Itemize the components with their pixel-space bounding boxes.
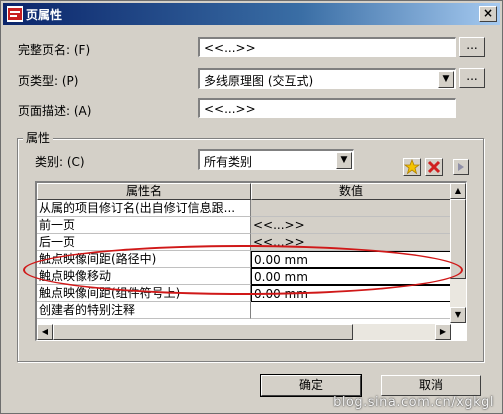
cancel-button[interactable]: 取消 <box>381 375 481 396</box>
close-button[interactable]: × <box>479 6 497 22</box>
column-header-property-name[interactable]: 属性名 <box>37 183 251 200</box>
full-page-name-input[interactable]: <<...>> <box>198 37 456 57</box>
table-row[interactable]: 后一页 <<...>> <box>37 234 451 251</box>
app-icon <box>7 6 23 22</box>
page-description-input[interactable]: <<...>> <box>198 98 456 118</box>
more-property-button[interactable] <box>453 159 469 175</box>
property-value-input[interactable]: 0.00 mm <box>251 285 451 302</box>
scroll-left-icon[interactable]: ◀ <box>37 324 53 340</box>
table-row[interactable]: 创建者的特别注释 <box>37 302 451 319</box>
arrow-right-icon <box>458 163 464 171</box>
delete-icon <box>427 160 441 174</box>
property-name-cell: 触点映像间距(组件符号上) <box>37 285 251 302</box>
category-value: 所有类别 <box>204 155 253 169</box>
vertical-scroll-thumb[interactable] <box>450 199 466 279</box>
title-bar[interactable]: 页属性 × <box>3 3 500 25</box>
property-name-cell: 后一页 <box>37 234 251 251</box>
page-properties-dialog: 页属性 × 完整页名: (F) <<...>> ... 页类型: (P) 多线原… <box>0 0 503 414</box>
table-row[interactable]: 触点映像移动 0.00 mm <box>37 268 451 285</box>
window-title: 页属性 <box>26 8 63 22</box>
grid-rows: 从属的项目修订名(出自修订信息跟... 前一页 <<...>> 后一页 <<..… <box>37 200 451 319</box>
properties-grid[interactable]: 属性名 数值 从属的项目修订名(出自修订信息跟... 前一页 <<...>> 后… <box>35 181 467 341</box>
new-property-button[interactable] <box>403 158 421 176</box>
watermark-text: blog.sina.com.cn/xgkgl <box>333 395 494 410</box>
horizontal-scrollbar[interactable]: ◀ ▶ <box>37 324 451 340</box>
table-row[interactable]: 触点映像间距(组件符号上) 0.00 mm <box>37 285 451 302</box>
property-name-cell: 创建者的特别注释 <box>37 302 251 319</box>
property-value-cell[interactable] <box>251 200 451 217</box>
property-value-cell[interactable]: <<...>> <box>251 234 451 251</box>
property-name-cell: 前一页 <box>37 217 251 234</box>
scroll-up-icon[interactable]: ▲ <box>450 183 466 199</box>
chevron-down-icon[interactable]: ▼ <box>336 152 352 169</box>
full-page-name-label: 完整页名: (F) <box>18 43 91 57</box>
column-header-value[interactable]: 数值 <box>251 183 451 200</box>
page-description-label: 页面描述: (A) <box>18 104 92 118</box>
property-name-cell: 触点映像间距(路径中) <box>37 251 251 268</box>
grid-header: 属性名 数值 <box>37 183 451 200</box>
page-type-select[interactable]: 多线原理图 (交互式) ▼ <box>198 68 456 89</box>
property-value-input[interactable]: 0.00 mm <box>251 268 451 285</box>
scroll-right-icon[interactable]: ▶ <box>435 324 451 340</box>
page-type-value: 多线原理图 (交互式) <box>204 74 314 88</box>
horizontal-scroll-thumb[interactable] <box>53 324 353 340</box>
ok-button[interactable]: 确定 <box>260 374 362 397</box>
property-value-cell[interactable]: <<...>> <box>251 217 451 234</box>
vertical-scrollbar[interactable]: ▲ ▼ <box>450 183 466 323</box>
star-new-icon <box>404 159 420 175</box>
table-row[interactable]: 前一页 <<...>> <box>37 217 451 234</box>
chevron-down-icon[interactable]: ▼ <box>438 71 454 88</box>
properties-group-title: 属性 <box>23 129 54 146</box>
property-name-cell: 触点映像移动 <box>37 268 251 285</box>
category-select[interactable]: 所有类别 ▼ <box>198 149 354 170</box>
property-name-cell: 从属的项目修订名(出自修订信息跟... <box>37 200 251 217</box>
scroll-down-icon[interactable]: ▼ <box>450 307 466 323</box>
page-type-label: 页类型: (P) <box>18 74 79 88</box>
page-type-browse-button[interactable]: ... <box>459 68 485 88</box>
delete-property-button[interactable] <box>425 158 443 176</box>
property-value-cell[interactable] <box>251 302 451 319</box>
category-label: 类别: (C) <box>35 155 85 169</box>
table-row[interactable]: 触点映像间距(路径中) 0.00 mm <box>37 251 451 268</box>
table-row[interactable]: 从属的项目修订名(出自修订信息跟... <box>37 200 451 217</box>
full-page-name-browse-button[interactable]: ... <box>459 37 485 57</box>
close-icon: × <box>482 6 494 20</box>
property-value-input[interactable]: 0.00 mm <box>251 251 451 268</box>
